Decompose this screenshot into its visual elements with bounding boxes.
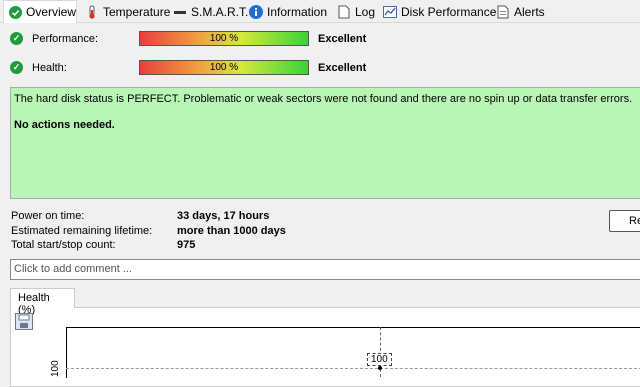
status-action: No actions needed.	[14, 119, 115, 131]
power-on-time-value: 33 days, 17 hours	[177, 210, 270, 222]
tab-smart[interactable]: S.M.A.R.T.	[168, 1, 253, 22]
performance-percent: 100 %	[209, 33, 239, 44]
chart-icon	[383, 5, 397, 19]
health-rating: Excellent	[318, 62, 367, 74]
tab-bar: Overview Temperature S.M.A.R.T. Informat…	[0, 0, 640, 23]
tab-label: Overview	[26, 5, 77, 19]
tab-label: Alerts	[514, 4, 545, 19]
alert-document-icon	[496, 5, 510, 19]
check-circle-icon	[9, 5, 22, 19]
remaining-lifetime-label: Estimated remaining lifetime:	[11, 225, 153, 237]
tab-label: Information	[267, 4, 328, 19]
health-percent: 100 %	[209, 62, 239, 73]
tab-temperature[interactable]: Temperature	[80, 1, 175, 22]
chart-data-point	[378, 366, 382, 370]
tab-alerts[interactable]: Alerts	[491, 1, 550, 22]
chart-point-label: 100	[367, 353, 392, 366]
tab-label: Log	[355, 4, 376, 19]
tab-label: S.M.A.R.T.	[191, 4, 249, 19]
check-circle-icon: ✓	[10, 61, 23, 74]
remaining-lifetime-value: more than 1000 days	[177, 225, 286, 237]
start-stop-count-value: 975	[177, 239, 196, 251]
chart-gridline	[66, 368, 640, 369]
tab-label: Temperature	[103, 4, 171, 19]
dash-icon	[173, 5, 187, 19]
health-bar: 100 %	[139, 60, 309, 75]
tab-label: Disk Performance	[401, 4, 497, 19]
status-message-box: The hard disk status is PERFECT. Problem…	[10, 87, 640, 199]
document-icon	[337, 5, 351, 19]
chart-y-tick: 100	[50, 360, 61, 377]
health-label: Health:	[32, 62, 67, 74]
tab-disk-performance[interactable]: Disk Performance	[378, 1, 501, 22]
comment-input[interactable]: Click to add comment ...	[10, 259, 640, 280]
performance-bar: 100 %	[139, 31, 309, 46]
performance-label: Performance:	[32, 33, 99, 45]
status-message: The hard disk status is PERFECT. Problem…	[14, 93, 633, 105]
tab-health-chart[interactable]: Health (%)	[10, 288, 75, 316]
right-action-button[interactable]: Re	[609, 210, 640, 232]
performance-rating: Excellent	[318, 33, 367, 45]
health-check-icon: ✓	[10, 61, 23, 74]
check-circle-icon: ✓	[10, 32, 23, 45]
tab-information[interactable]: Information	[244, 1, 332, 22]
power-on-time-label: Power on time:	[11, 210, 85, 222]
tab-log[interactable]: Log	[332, 1, 380, 22]
info-icon	[249, 4, 263, 19]
thermometer-icon	[85, 5, 99, 19]
save-icon[interactable]	[15, 313, 33, 330]
tab-overview[interactable]: Overview	[3, 0, 77, 23]
start-stop-count-label: Total start/stop count:	[11, 239, 116, 251]
health-chart-area	[66, 327, 640, 378]
performance-check-icon: ✓	[10, 32, 23, 45]
